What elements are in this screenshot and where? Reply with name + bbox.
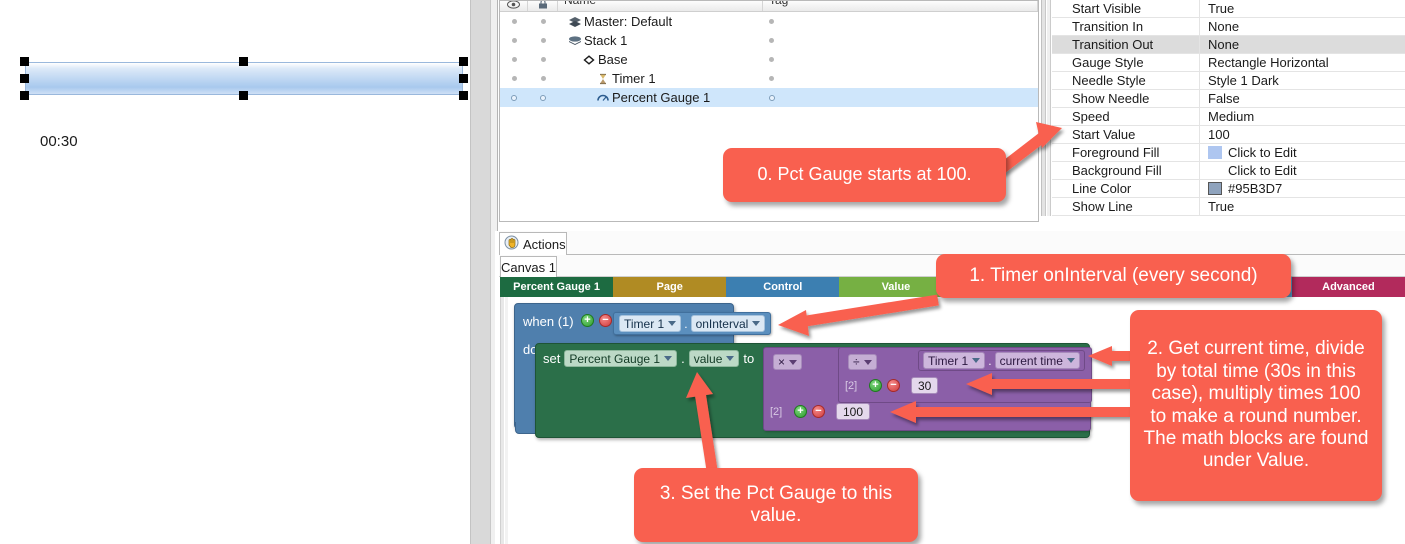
arrow-to-start-value xyxy=(996,122,1062,175)
arrow-to-set-block xyxy=(686,372,718,471)
callout-text: 1. Timer onInterval (every second) xyxy=(969,264,1258,286)
arrow-to-multiplier-100 xyxy=(890,401,1130,423)
callout-start-value: 0. Pct Gauge starts at 100. xyxy=(723,148,1006,202)
callout-text: 0. Pct Gauge starts at 100. xyxy=(757,164,972,185)
app-root: 00:30 Name Tag xyxy=(0,0,1405,544)
callout-text: 3. Set the Pct Gauge to this value. xyxy=(659,482,893,526)
arrow-to-divisor-30 xyxy=(966,373,1130,395)
arrow-to-when-block xyxy=(778,294,939,336)
callout-math-explanation: 2. Get current time, divide by total tim… xyxy=(1130,310,1382,501)
callout-timer-interval: 1. Timer onInterval (every second) xyxy=(936,254,1291,298)
callout-set-gauge: 3. Set the Pct Gauge to this value. xyxy=(634,468,918,542)
arrow-to-current-time xyxy=(1088,346,1130,366)
callout-text: 2. Get current time, divide by total tim… xyxy=(1143,338,1369,472)
